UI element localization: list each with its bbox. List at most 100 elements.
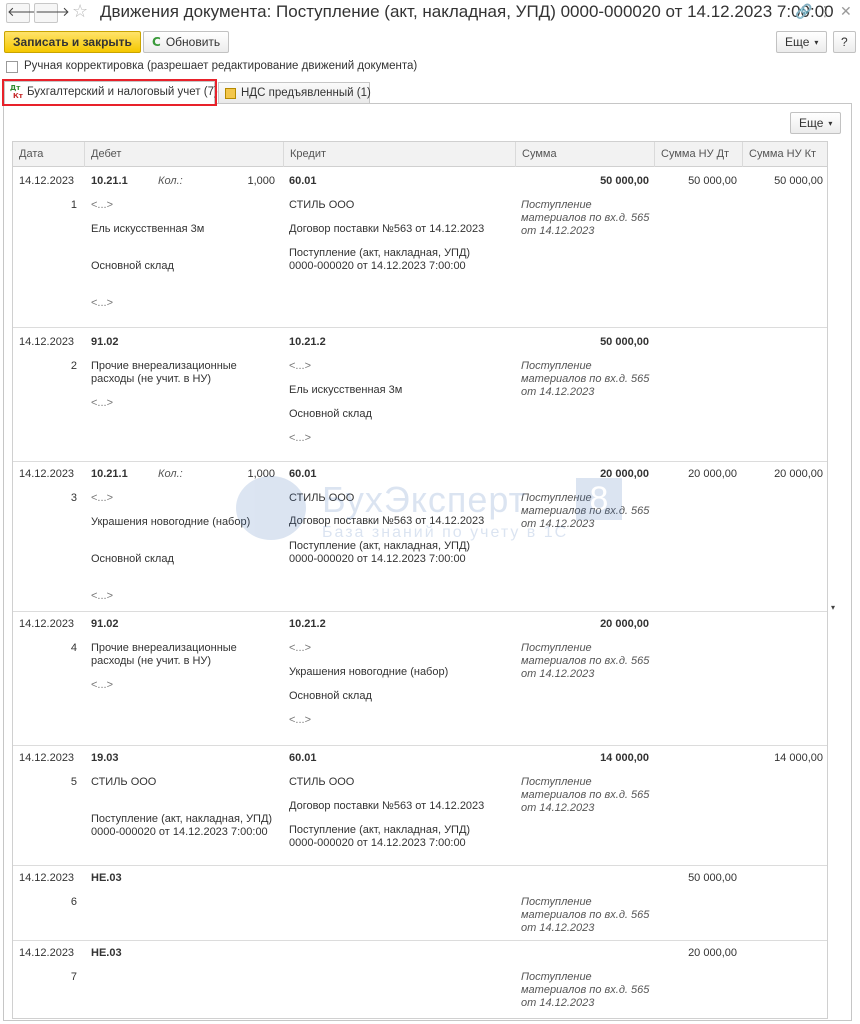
row-content: материалов по вх.д. 565 [521, 373, 650, 385]
debit-account[interactable]: 91.02 [91, 618, 119, 631]
credit-account[interactable]: 10.21.2 [289, 336, 326, 349]
save-and-close-button[interactable]: Записать и закрыть [4, 31, 141, 53]
debit-subconto[interactable]: 0000-000020 от 14.12.2023 7:00:00 [91, 826, 268, 839]
col-sum-nu-dt[interactable]: Сумма НУ Дт [655, 142, 743, 167]
credit-subconto[interactable]: <...> [289, 432, 311, 445]
row-sum-nu-kt: 14 000,00 [774, 752, 823, 764]
debit-subconto[interactable]: Прочие внереализационные [91, 360, 237, 373]
table-row[interactable]: 14.12.2023 6 НЕ.03 Поступление материало… [13, 866, 827, 941]
forward-button[interactable]: 🡒 [34, 3, 70, 23]
debit-subconto[interactable]: <...> [91, 397, 113, 410]
manual-correction-checkbox[interactable] [6, 61, 18, 73]
refresh-button[interactable]: C Обновить [143, 31, 230, 53]
credit-account[interactable]: 60.01 [289, 752, 317, 765]
table-row[interactable]: 14.12.2023 5 19.03 СТИЛЬ ООО Поступление… [13, 746, 827, 866]
back-button[interactable]: 🡐 [6, 3, 42, 23]
row-sum-nu-dt: 20 000,00 [688, 947, 737, 959]
credit-subconto[interactable]: 0000-000020 от 14.12.2023 7:00:00 [289, 553, 466, 566]
debit-subconto[interactable]: СТИЛЬ ООО [91, 776, 156, 789]
scroll-down-icon[interactable]: ▾ [831, 603, 835, 612]
debit-account[interactable]: 19.03 [91, 752, 119, 765]
table-row[interactable]: 14.12.2023 2 91.02 Прочие внереализацион… [13, 328, 827, 462]
table-header: Дата Дебет Кредит Сумма Сумма НУ Дт Сумм… [13, 142, 827, 167]
col-debit[interactable]: Дебет [85, 142, 284, 167]
debit-subconto[interactable]: Украшения новогодние (набор) [91, 516, 250, 529]
row-number: 7 [70, 971, 77, 983]
debit-subconto[interactable]: <...> [91, 492, 113, 505]
credit-account[interactable]: 10.21.2 [289, 618, 326, 631]
col-date[interactable]: Дата [13, 142, 85, 167]
credit-subconto[interactable]: СТИЛЬ ООО [289, 199, 354, 212]
row-date: 14.12.2023 [19, 175, 75, 187]
link-icon[interactable]: 🔗 [795, 3, 812, 21]
credit-subconto[interactable]: Поступление (акт, накладная, УПД) [289, 247, 470, 260]
more-button[interactable]: Еще ▾ [776, 31, 828, 53]
credit-subconto[interactable]: Договор поставки №563 от 14.12.2023 [289, 515, 484, 528]
arrow-right-icon: 🡒 [35, 5, 70, 20]
row-sum-nu-dt: 20 000,00 [688, 468, 737, 480]
credit-subconto[interactable]: Договор поставки №563 от 14.12.2023 [289, 223, 484, 236]
credit-subconto[interactable]: Поступление (акт, накладная, УПД) [289, 824, 470, 837]
debit-subconto[interactable]: расходы (не учит. в НУ) [91, 655, 211, 668]
debit-subconto[interactable]: Прочие внереализационные [91, 642, 237, 655]
credit-subconto[interactable]: Ель искусственная 3м [289, 384, 402, 397]
row-content: материалов по вх.д. 565 [521, 212, 650, 224]
table-more-button[interactable]: Еще ▾ [790, 112, 842, 134]
col-sum[interactable]: Сумма [516, 142, 655, 167]
postings-table[interactable]: Дата Дебет Кредит Сумма Сумма НУ Дт Сумм… [12, 141, 828, 1019]
refresh-icon: C [152, 35, 161, 49]
credit-subconto[interactable]: <...> [289, 642, 311, 655]
table-row[interactable]: 14.12.2023 7 НЕ.03 Поступление материало… [13, 941, 827, 1018]
more-vertical-icon[interactable]: ⋮ [818, 3, 832, 21]
debit-subconto[interactable]: <...> [91, 297, 113, 310]
more-label: Еще [785, 35, 810, 49]
row-number: 6 [70, 896, 77, 908]
debit-account[interactable]: 91.02 [91, 336, 119, 349]
table-row[interactable]: 14.12.2023 1 10.21.1 Кол.: 1,000 <...> Е… [13, 167, 827, 328]
credit-subconto[interactable]: 0000-000020 от 14.12.2023 7:00:00 [289, 260, 466, 273]
credit-subconto[interactable]: Украшения новогодние (набор) [289, 666, 448, 679]
table-row[interactable]: 14.12.2023 3 10.21.1 Кол.: 1,000 <...> У… [13, 462, 827, 612]
close-icon[interactable]: ✕ [840, 3, 852, 21]
credit-subconto[interactable]: <...> [289, 714, 311, 727]
credit-subconto[interactable]: Поступление (акт, накладная, УПД) [289, 540, 470, 553]
credit-subconto[interactable]: 0000-000020 от 14.12.2023 7:00:00 [289, 837, 466, 850]
credit-account[interactable]: 60.01 [289, 175, 317, 188]
debit-subconto[interactable]: <...> [91, 679, 113, 692]
credit-subconto[interactable]: СТИЛЬ ООО [289, 776, 354, 789]
refresh-label: Обновить [165, 35, 221, 49]
credit-subconto[interactable]: Основной склад [289, 690, 372, 703]
help-button[interactable]: ? [833, 31, 856, 53]
debit-subconto[interactable]: <...> [91, 590, 113, 603]
credit-subconto[interactable]: <...> [289, 360, 311, 373]
row-sum: 20 000,00 [600, 618, 649, 630]
credit-subconto[interactable]: СТИЛЬ ООО [289, 492, 354, 505]
debit-subconto[interactable]: Поступление (акт, накладная, УПД) [91, 813, 272, 826]
debit-account[interactable]: 10.21.1 [91, 468, 128, 481]
table-row[interactable]: 14.12.2023 4 91.02 Прочие внереализацион… [13, 612, 827, 746]
credit-subconto[interactable]: Основной склад [289, 408, 372, 421]
row-number: 5 [70, 776, 77, 788]
debit-account[interactable]: 10.21.1 [91, 175, 128, 188]
row-sum-nu-dt: 50 000,00 [688, 872, 737, 884]
debit-subconto[interactable]: Основной склад [91, 260, 174, 273]
row-date: 14.12.2023 [19, 336, 75, 348]
favorite-star-icon[interactable]: ☆ [72, 2, 88, 22]
table-more-label: Еще [799, 116, 824, 130]
debit-account[interactable]: НЕ.03 [91, 872, 122, 885]
debit-subconto[interactable]: расходы (не учит. в НУ) [91, 373, 211, 386]
credit-account[interactable]: 60.01 [289, 468, 317, 481]
debit-subconto[interactable]: Основной склад [91, 553, 174, 566]
row-number: 4 [70, 642, 77, 654]
debit-subconto[interactable]: Ель искусственная 3м [91, 223, 204, 236]
tab-vat-presented[interactable]: НДС предъявленный (1) [218, 82, 371, 104]
row-content: материалов по вх.д. 565 [521, 655, 650, 667]
debit-account[interactable]: НЕ.03 [91, 947, 122, 960]
debit-subconto[interactable]: <...> [91, 199, 113, 212]
title-bar: 🡐 🡒 ☆ Движения документа: Поступление (а… [0, 0, 860, 26]
credit-subconto[interactable]: Договор поставки №563 от 14.12.2023 [289, 800, 484, 813]
page-title: Движения документа: Поступление (акт, на… [100, 2, 834, 21]
col-credit[interactable]: Кредит [284, 142, 516, 167]
col-sum-nu-kt[interactable]: Сумма НУ Кт [743, 142, 827, 167]
qty-label: Кол.: [158, 468, 183, 480]
